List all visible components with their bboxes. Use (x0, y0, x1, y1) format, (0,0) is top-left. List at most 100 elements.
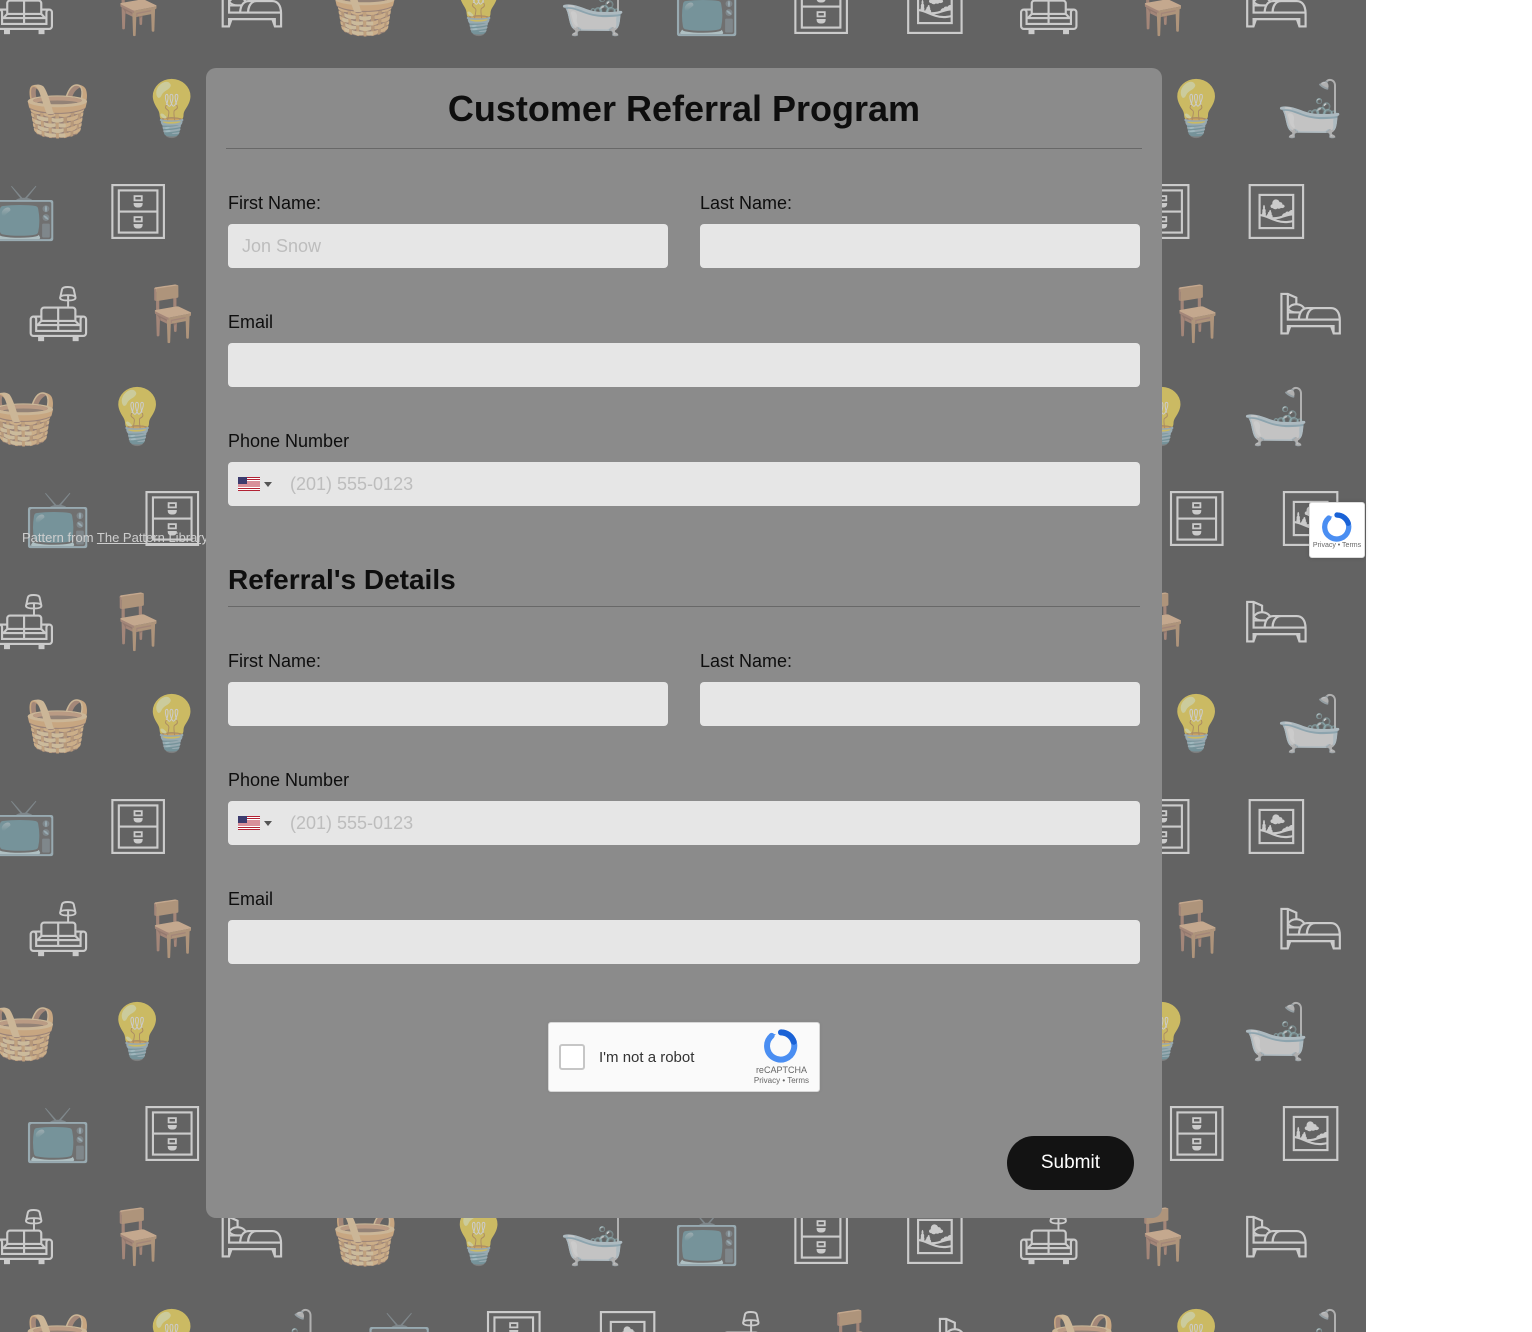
furniture-glyph: 🗄 (138, 1107, 207, 1161)
pattern-credit-prefix: Pattern from (22, 530, 97, 545)
furniture-glyph: 📺 (366, 1312, 433, 1332)
furniture-glyph: 📺 (24, 1107, 91, 1161)
recaptcha-badge[interactable]: Privacy • Terms (1309, 502, 1365, 558)
furniture-glyph: 💡 (445, 0, 512, 34)
furniture-glyph: 💡 (104, 390, 171, 444)
furniture-glyph: 🗄 (787, 0, 856, 34)
submit-button[interactable]: Submit (1007, 1136, 1134, 1190)
furniture-glyph: 🪑 (1162, 287, 1229, 341)
furniture-glyph: 🖼 (901, 0, 970, 34)
furniture-glyph: 💡 (104, 1005, 171, 1059)
your-first-name-field: First Name: (228, 193, 668, 268)
furniture-glyph: 🛏 (1242, 595, 1311, 649)
furniture-glyph: 📺 (673, 0, 740, 34)
furniture-glyph: 🛏 (218, 0, 287, 34)
furniture-glyph: 🛁 (1276, 697, 1343, 751)
your-last-name-input[interactable] (700, 224, 1140, 268)
recaptcha-badge-sublinks: Privacy • Terms (1313, 542, 1361, 549)
recaptcha-brand-text: reCAPTCHA (756, 1065, 807, 1076)
recaptcha-brand-col: reCAPTCHA Privacy • Terms (754, 1029, 809, 1085)
furniture-glyph: 🛋 (0, 595, 59, 649)
referral-phone-field: Phone Number (228, 770, 1140, 845)
furniture-glyph: 🪑 (821, 1312, 888, 1332)
furniture-glyph: 🛁 (1276, 82, 1343, 136)
your-last-name-label: Last Name: (700, 193, 1140, 214)
your-phone-country-selector[interactable] (228, 462, 280, 506)
furniture-glyph: 🪑 (138, 287, 205, 341)
us-flag-icon (238, 816, 260, 830)
furniture-glyph: 🛋 (24, 902, 93, 956)
furniture-glyph: 🪑 (104, 0, 171, 34)
furniture-glyph: 🧺 (1049, 1312, 1116, 1332)
referral-email-field: Email (228, 889, 1140, 964)
furniture-glyph: 🧺 (24, 697, 91, 751)
furniture-glyph: 💡 (138, 697, 205, 751)
pattern-credit-link[interactable]: The Pattern Library (97, 530, 208, 545)
furniture-glyph: 💡 (1162, 697, 1229, 751)
furniture-glyph: 🛋 (0, 0, 59, 34)
furniture-glyph: 🛋 (707, 1312, 776, 1332)
recaptcha-logo-icon (764, 1029, 798, 1063)
your-phone-label: Phone Number (228, 431, 1140, 452)
furniture-glyph: 🛏 (1276, 287, 1345, 341)
furniture-glyph: 🪑 (104, 595, 171, 649)
your-phone-field: Phone Number (228, 431, 1140, 506)
furniture-glyph: 💡 (138, 82, 205, 136)
furniture-glyph: 🗄 (1162, 492, 1231, 546)
furniture-glyph: 🧺 (24, 82, 91, 136)
referral-first-name-input[interactable] (228, 682, 668, 726)
furniture-glyph: 🗄 (104, 800, 173, 854)
referral-section-header: Referral's Details (228, 564, 1140, 607)
your-last-name-field: Last Name: (700, 193, 1140, 268)
furniture-glyph: 🖼 (1242, 185, 1311, 239)
your-email-input[interactable] (228, 343, 1140, 387)
furniture-glyph: 🖼 (593, 1312, 662, 1332)
furniture-glyph: 🪑 (138, 902, 205, 956)
furniture-glyph: 🗄 (479, 1312, 548, 1332)
furniture-glyph: 🛁 (252, 1312, 319, 1332)
chevron-down-icon (264, 821, 272, 826)
furniture-glyph: 🗄 (1162, 1107, 1231, 1161)
furniture-glyph: 📺 (0, 800, 57, 854)
referral-phone-input[interactable] (280, 801, 1140, 845)
us-flag-icon (238, 477, 260, 491)
recaptcha-label: I'm not a robot (599, 1049, 754, 1066)
recaptcha-sublinks[interactable]: Privacy • Terms (754, 1076, 809, 1086)
furniture-glyph: 💡 (1162, 82, 1229, 136)
your-first-name-input[interactable] (228, 224, 668, 268)
furniture-glyph: 🛁 (1276, 1312, 1343, 1332)
furniture-glyph: 🖼 (1242, 800, 1311, 854)
referral-first-name-field: First Name: (228, 651, 668, 726)
furniture-glyph: 🛁 (559, 0, 626, 34)
recaptcha-logo-icon (1322, 512, 1352, 542)
furniture-glyph: 🛋 (0, 1210, 59, 1264)
furniture-glyph: 🧺 (0, 390, 57, 444)
furniture-glyph: 📺 (0, 185, 57, 239)
furniture-glyph: 🛋 (1015, 0, 1084, 34)
furniture-glyph: 🪑 (1162, 902, 1229, 956)
referral-form-card: Customer Referral Program First Name: La… (206, 68, 1162, 1218)
referral-first-name-label: First Name: (228, 651, 668, 672)
referral-phone-input-wrap (228, 801, 1140, 845)
your-details-section: First Name: Last Name: Email Phone Numbe… (226, 193, 1142, 1190)
form-title: Customer Referral Program (226, 84, 1142, 149)
your-email-field: Email (228, 312, 1140, 387)
furniture-glyph: 🖼 (1276, 1107, 1345, 1161)
furniture-glyph: 🛏 (1242, 0, 1311, 34)
recaptcha-checkbox[interactable] (559, 1044, 585, 1070)
furniture-glyph: 🛁 (1242, 1005, 1309, 1059)
chevron-down-icon (264, 482, 272, 487)
furniture-glyph: 🛏 (935, 1312, 1004, 1332)
pattern-credit: Pattern from The Pattern Library (22, 530, 208, 545)
page-right-gutter (1366, 0, 1532, 1332)
referral-email-input[interactable] (228, 920, 1140, 964)
furniture-glyph: 🧺 (0, 1005, 57, 1059)
referral-phone-country-selector[interactable] (228, 801, 280, 845)
your-email-label: Email (228, 312, 1140, 333)
referral-email-label: Email (228, 889, 1140, 910)
referral-last-name-input[interactable] (700, 682, 1140, 726)
furniture-glyph: 🗄 (104, 185, 173, 239)
referral-last-name-field: Last Name: (700, 651, 1140, 726)
your-phone-input[interactable] (280, 462, 1140, 506)
furniture-glyph: 🧺 (332, 0, 399, 34)
